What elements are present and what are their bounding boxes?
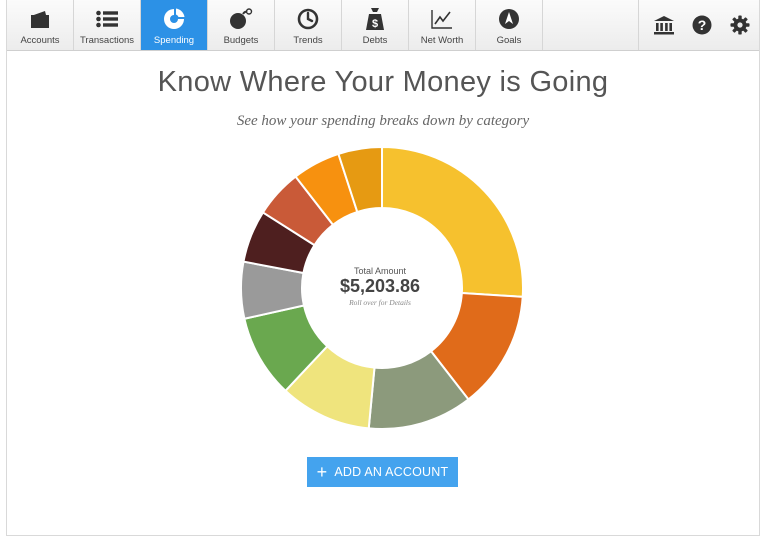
plus-icon: + <box>316 462 328 482</box>
add-account-label: ADD AN ACCOUNT <box>334 465 449 479</box>
add-account-button[interactable]: + ADD AN ACCOUNT <box>307 457 458 487</box>
total-amount-label: Total Amount <box>353 266 407 276</box>
total-amount-value: $5,203.86 <box>339 276 421 296</box>
rollover-hint: Roll over for Details <box>349 298 411 307</box>
